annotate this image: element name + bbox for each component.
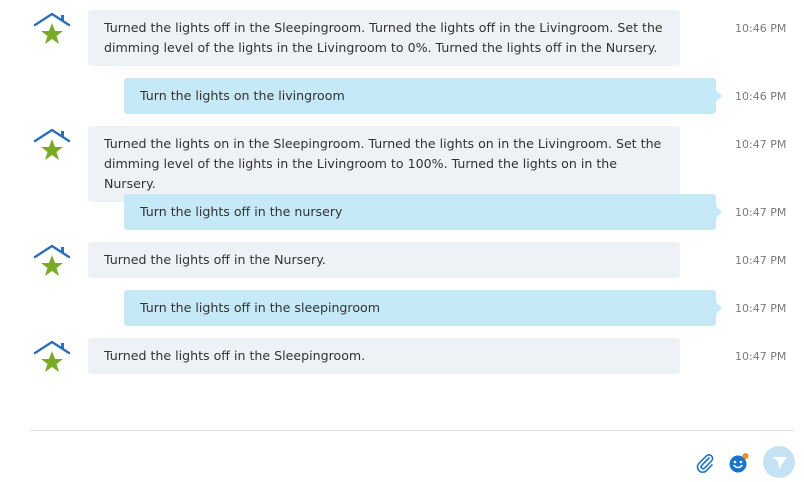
bot-message-bubble: Turned the lights off in the Sleepingroo… [88, 10, 680, 66]
message-text: Turn the lights on the livingroom [140, 88, 345, 103]
bot-avatar-house-star-icon [33, 340, 71, 376]
bot-message-bubble: Turned the lights off in the Sleepingroo… [88, 338, 680, 374]
message-timestamp: 10:46 PM [735, 90, 787, 103]
message-timestamp: 10:47 PM [735, 302, 787, 315]
bot-message-bubble: Turned the lights on in the Sleepingroom… [88, 126, 680, 202]
message-timestamp: 10:47 PM [735, 254, 787, 267]
user-message-bubble: Turn the lights off in the sleepingroom [124, 290, 722, 326]
send-icon [771, 456, 787, 469]
send-button[interactable] [763, 446, 795, 478]
message-timestamp: 10:47 PM [735, 206, 787, 219]
message-text: Turn the lights off in the nursery [140, 204, 343, 219]
user-message-bubble: Turn the lights off in the nursery [124, 194, 722, 230]
message-timestamp: 10:47 PM [735, 350, 787, 363]
chat-history: Turned the lights off in the Sleepingroo… [0, 0, 804, 430]
bot-message-bubble: Turned the lights off in the Nursery. [88, 242, 680, 278]
bot-avatar-house-star-icon [33, 244, 71, 280]
message-timestamp: 10:47 PM [735, 138, 787, 151]
user-message-bubble: Turn the lights on the livingroom [124, 78, 722, 114]
emoji-icon[interactable] [728, 452, 750, 474]
paperclip-icon[interactable] [694, 452, 716, 474]
message-timestamp: 10:46 PM [735, 22, 787, 35]
message-text: Turned the lights off in the Sleepingroo… [104, 348, 366, 363]
bot-avatar-house-star-icon [33, 12, 71, 48]
message-text: Turned the lights off in the Sleepingroo… [104, 20, 663, 55]
message-text: Turned the lights off in the Nursery. [104, 252, 326, 267]
message-text: Turned the lights on in the Sleepingroom… [104, 136, 662, 191]
compose-bar [0, 431, 804, 480]
message-text: Turn the lights off in the sleepingroom [140, 300, 380, 315]
bot-avatar-house-star-icon [33, 128, 71, 164]
